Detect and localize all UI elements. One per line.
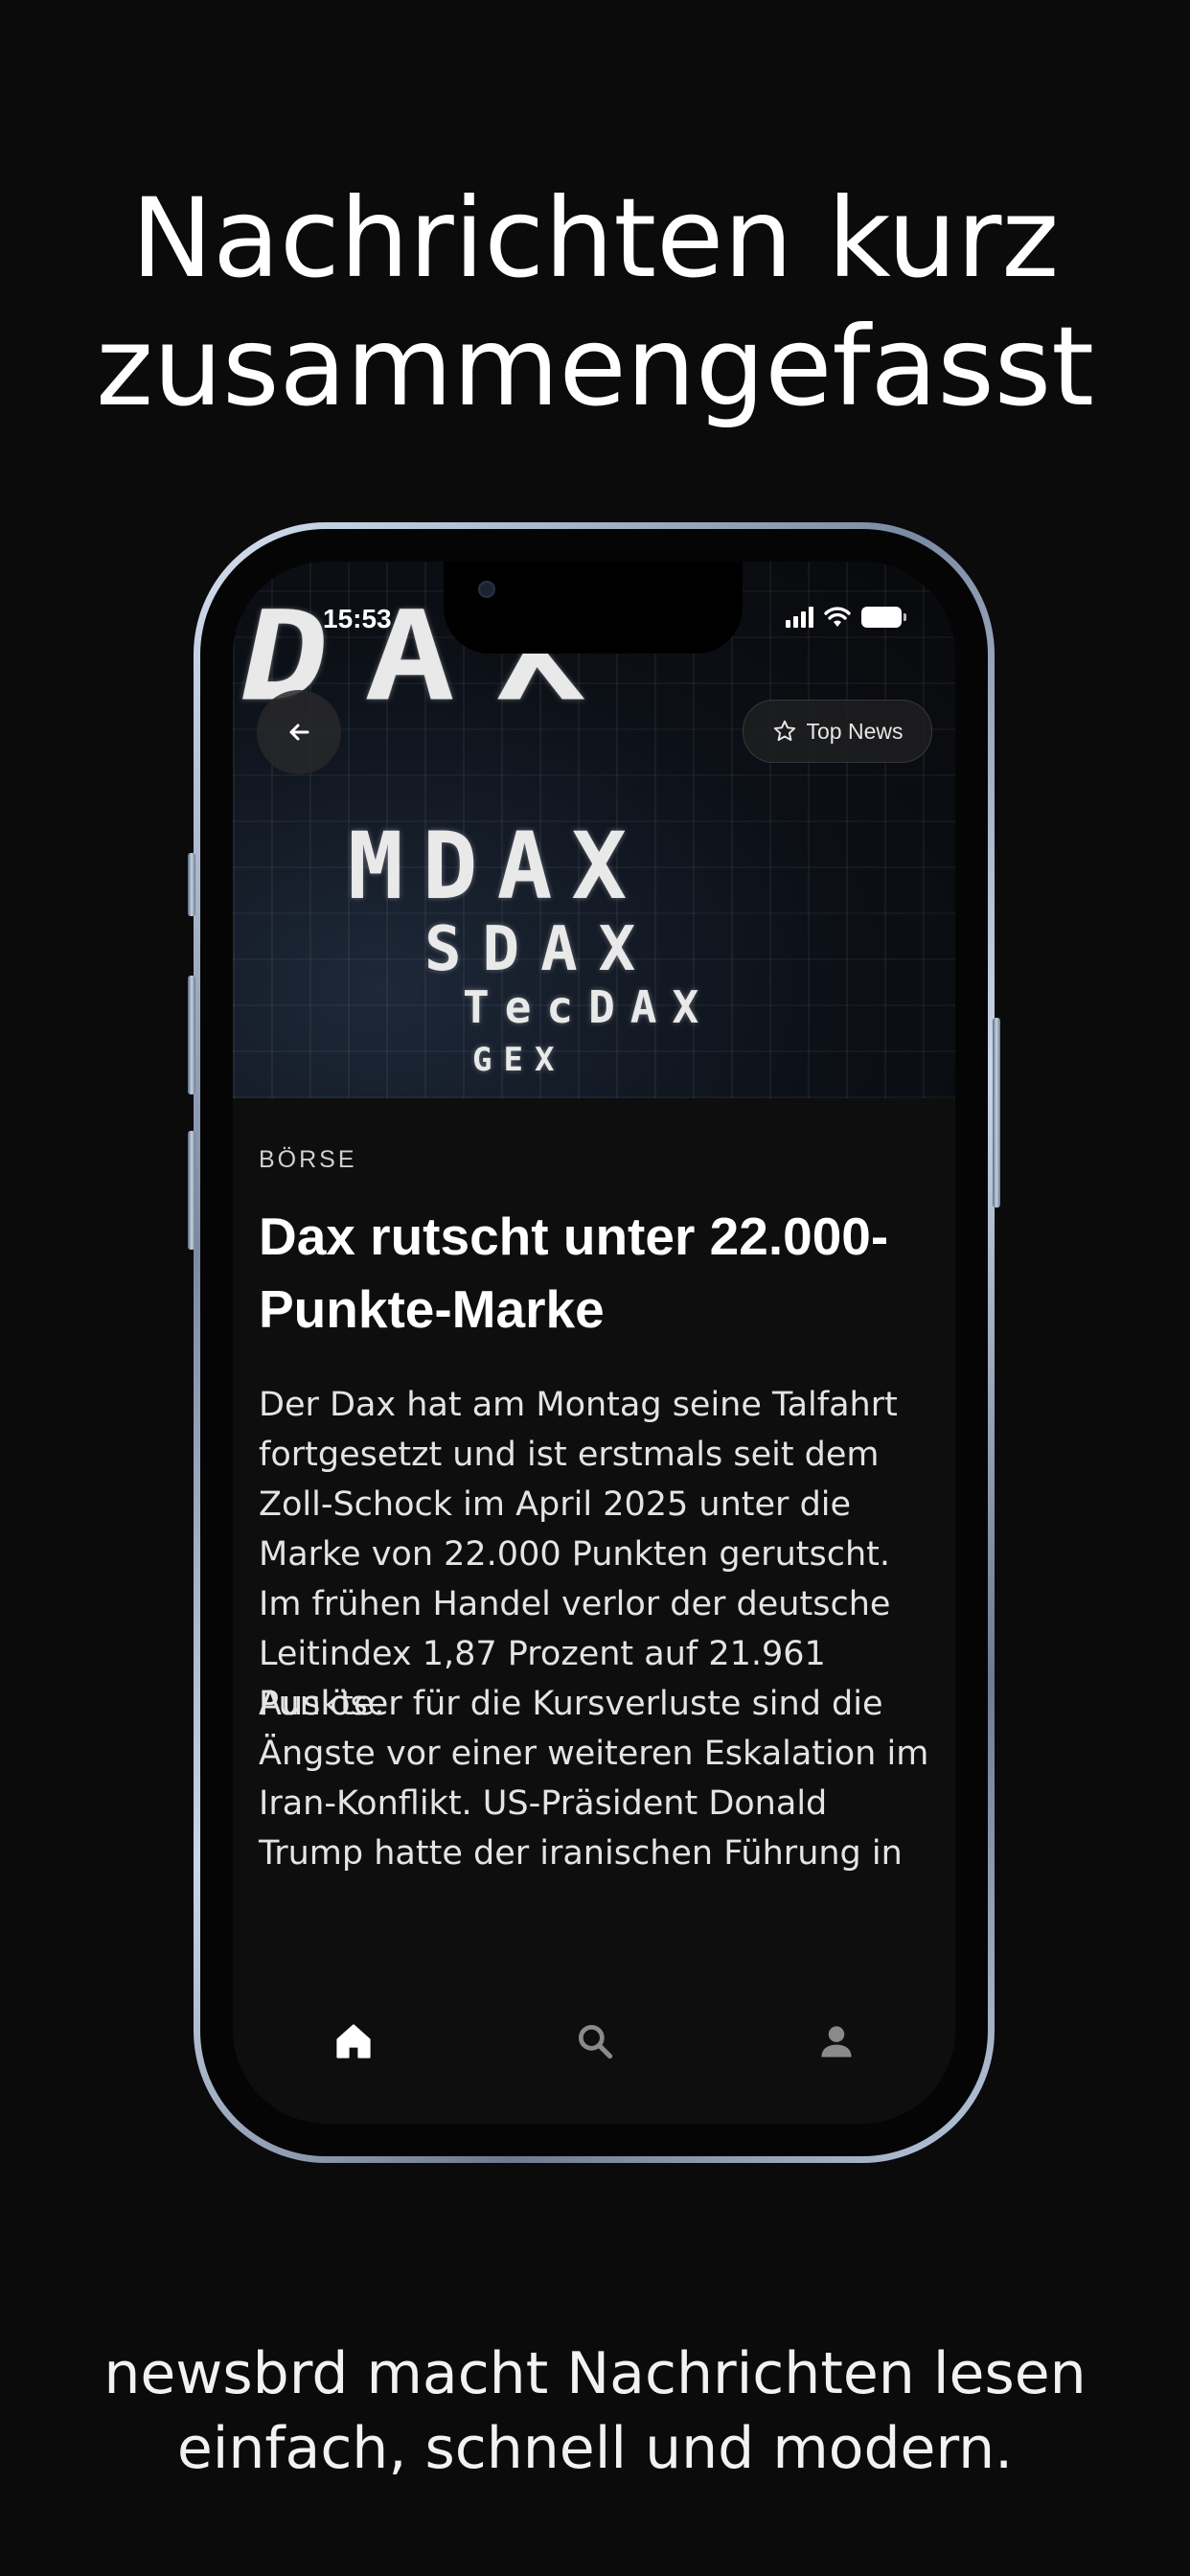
article-title: Dax rutscht unter 22.000-Punkte-Marke [259, 1207, 889, 1339]
star-icon [773, 720, 795, 742]
top-news-badge[interactable]: Top News [743, 700, 932, 763]
hero-word-sdax: SDAX [424, 914, 657, 985]
phone-action-button [188, 853, 195, 916]
phone-volume-down-button [188, 1131, 195, 1250]
tab-home[interactable] [325, 2012, 382, 2070]
promo-headline: Nachrichten kurz zusammengefasst [0, 174, 1190, 431]
article-paragraph-1: Der Dax hat am Montag seine Talfahrt for… [259, 1386, 898, 1723]
status-time: 15:53 [323, 604, 392, 633]
tab-bar [233, 1984, 955, 2124]
phone-volume-up-button [188, 976, 195, 1094]
promo-headline-line-1: Nachrichten kurz [130, 174, 1060, 302]
cellular-signal-icon [786, 607, 813, 628]
dynamic-island [444, 562, 743, 654]
back-button[interactable] [257, 690, 341, 774]
hero-word-gex: GEX [472, 1041, 566, 1079]
wifi-icon [824, 607, 851, 627]
phone-power-button [993, 1018, 1000, 1208]
arrow-left-icon [289, 724, 309, 741]
tab-search[interactable] [566, 2012, 624, 2070]
hero-word-mdax: MDAX [348, 813, 647, 920]
search-icon [578, 2024, 613, 2059]
article-content[interactable]: BÖRSE Dax rutscht unter 22.000-Punkte-Ma… [233, 1098, 955, 1984]
person-icon [821, 2026, 852, 2058]
phone-screen: DAX MDAX SDAX TecDAX GEX 15:53 Top News … [233, 562, 955, 2124]
hero-word-tecdax: TecDAX [463, 981, 715, 1033]
article-paragraph-2: Auslöser für die Kursverluste sind die Ä… [259, 1685, 929, 1873]
article-category: BÖRSE [259, 1146, 357, 1173]
battery-icon [861, 607, 906, 628]
promo-tagline-line-1: newsbrd macht Nachrichten lesen [103, 2340, 1087, 2407]
home-icon [336, 2024, 371, 2058]
tab-profile[interactable] [808, 2012, 865, 2070]
status-icons [786, 604, 906, 631]
promo-headline-line-2: zusammengefasst [96, 303, 1094, 430]
front-camera [478, 581, 495, 598]
promo-tagline: newsbrd macht Nachrichten lesen einfach,… [0, 2336, 1190, 2486]
article-fade [233, 1942, 955, 1988]
top-news-label: Top News [806, 718, 904, 744]
promo-tagline-line-2: einfach, schnell und modern. [176, 2415, 1014, 2482]
